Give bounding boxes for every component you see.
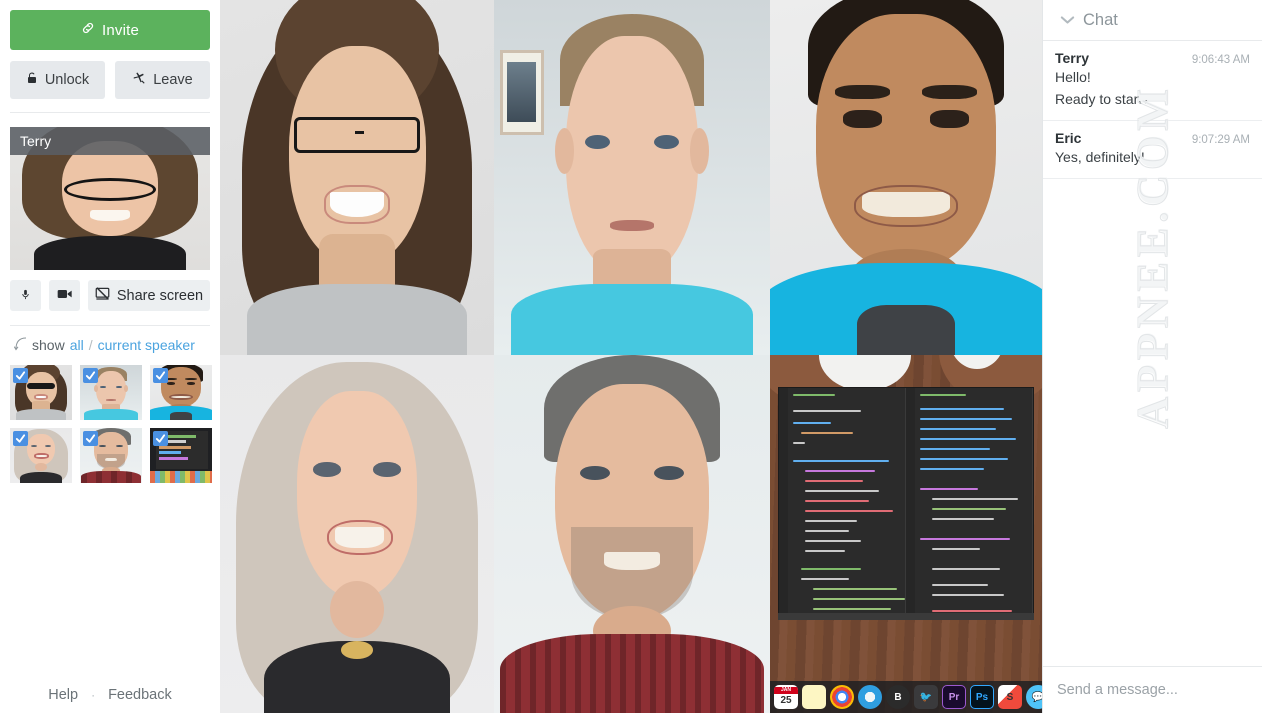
show-current-speaker-link[interactable]: current speaker — [98, 337, 195, 353]
chat-message-text: Hello! — [1055, 69, 1091, 85]
watermark: APPNEE.COM — [1043, 84, 1262, 430]
video-tile-4[interactable] — [220, 355, 494, 713]
chat-message-time: 9:07:29 AM — [1191, 134, 1250, 146]
participant-1-checkbox[interactable] — [13, 368, 28, 383]
sketch-icon[interactable]: S — [998, 685, 1022, 709]
self-video-preview[interactable]: Terry — [10, 127, 210, 270]
macos-dock: JAN 25 B 🐦 Pr Ps S 💬 — [770, 681, 1042, 713]
leave-button-label: Leave — [153, 72, 193, 88]
help-link[interactable]: Help — [48, 687, 78, 703]
link-icon — [81, 21, 95, 39]
chat-panel: Chat Terry 9:06:43 AM Hello! Ready to st… — [1042, 0, 1262, 713]
participant-3-thumbnail[interactable] — [150, 365, 212, 420]
participant-3-checkbox[interactable] — [153, 368, 168, 383]
participant-4-checkbox[interactable] — [13, 431, 28, 446]
video-tile-3[interactable] — [770, 0, 1042, 355]
video-camera-icon — [57, 288, 73, 303]
share-screen-label: Share screen — [116, 287, 204, 304]
participant-thumbnails — [10, 365, 220, 483]
video-tile-2[interactable] — [494, 0, 770, 355]
show-mode-controls: show all / current speaker — [13, 337, 220, 353]
participant-5-checkbox[interactable] — [83, 431, 98, 446]
notes-icon[interactable] — [802, 685, 826, 709]
chat-message-author: Terry — [1055, 50, 1089, 66]
chat-message: Terry 9:06:43 AM Hello! Ready to start? — [1043, 41, 1262, 121]
chat-input-container — [1043, 666, 1262, 713]
leave-icon — [132, 71, 146, 89]
curved-arrow-icon — [13, 337, 28, 353]
premiere-icon[interactable]: Pr — [942, 685, 966, 709]
shared-code-editor — [778, 387, 1034, 617]
participant-2-thumbnail[interactable] — [80, 365, 142, 420]
chat-message: Eric 9:07:29 AM Yes, definitely! — [1043, 121, 1262, 179]
sidebar-divider-top — [10, 112, 210, 113]
photoshop-icon[interactable]: Ps — [970, 685, 994, 709]
chevron-down-icon[interactable] — [1060, 11, 1075, 30]
show-label: show — [32, 337, 65, 353]
unlock-button[interactable]: Unlock — [10, 61, 105, 99]
participant-1-thumbnail[interactable] — [10, 365, 72, 420]
footer-separator: · — [91, 688, 96, 702]
chrome-icon[interactable] — [830, 685, 854, 709]
lock-icon — [26, 71, 38, 89]
twitter-icon[interactable]: 🐦 — [914, 685, 938, 709]
video-tile-5[interactable] — [494, 355, 770, 713]
participant-2-checkbox[interactable] — [83, 368, 98, 383]
video-tile-6[interactable]: JAN 25 B 🐦 Pr Ps S 💬 — [770, 355, 1042, 713]
camera-button[interactable] — [49, 280, 80, 311]
safari-icon[interactable] — [858, 685, 882, 709]
video-tile-1[interactable] — [220, 0, 494, 355]
chat-message-text: Yes, definitely! — [1055, 149, 1145, 165]
share-screen-button[interactable]: Share screen — [88, 280, 210, 311]
feedback-link[interactable]: Feedback — [108, 687, 172, 703]
self-video-name-label: Terry — [10, 127, 210, 155]
chat-messages: Terry 9:06:43 AM Hello! Ready to start? … — [1043, 41, 1262, 666]
participant-6-checkbox[interactable] — [153, 431, 168, 446]
chat-message-time: 9:06:43 AM — [1191, 54, 1250, 66]
chat-header[interactable]: Chat — [1043, 0, 1262, 41]
lock-leave-row: Unlock Leave — [10, 61, 210, 99]
chat-title: Chat — [1083, 10, 1118, 29]
invite-button[interactable]: Invite — [10, 10, 210, 50]
chat-message-text: Ready to start? — [1055, 91, 1150, 107]
participant-5-thumbnail[interactable] — [80, 428, 142, 483]
participant-4-thumbnail[interactable] — [10, 428, 72, 483]
unlock-button-label: Unlock — [44, 72, 90, 88]
messages-icon[interactable]: 💬 — [1026, 685, 1042, 709]
bear-app-icon[interactable]: B — [886, 685, 910, 709]
show-all-link[interactable]: all — [70, 337, 84, 353]
chat-message-input[interactable] — [1057, 682, 1248, 698]
calendar-icon[interactable]: JAN 25 — [774, 685, 798, 709]
leave-button[interactable]: Leave — [115, 61, 210, 99]
participant-6-thumbnail[interactable] — [150, 428, 212, 483]
sidebar: Invite Unlock Leave Terry Share screen s… — [0, 0, 220, 713]
show-separator: / — [88, 337, 93, 353]
video-grid: JAN 25 B 🐦 Pr Ps S 💬 — [220, 0, 1042, 713]
code-pane-right — [906, 388, 1033, 616]
screen-share-off-icon — [95, 286, 110, 305]
invite-button-label: Invite — [101, 21, 140, 39]
sidebar-divider-mid — [10, 325, 210, 326]
media-controls: Share screen — [10, 280, 210, 311]
screen-share-desktop: JAN 25 B 🐦 Pr Ps S 💬 — [770, 355, 1042, 713]
sidebar-footer: Help · Feedback — [0, 687, 220, 703]
microphone-icon — [20, 287, 31, 305]
chat-message-author: Eric — [1055, 130, 1082, 146]
video-conference-app: Invite Unlock Leave Terry Share screen s… — [0, 0, 1262, 713]
microphone-button[interactable] — [10, 280, 41, 311]
code-pane-left — [779, 388, 906, 616]
